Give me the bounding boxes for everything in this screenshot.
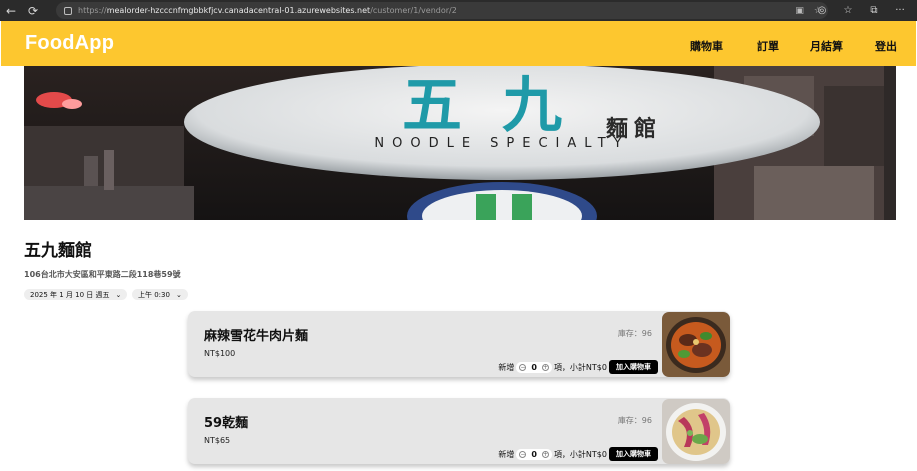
decrement-icon[interactable]: − [519, 450, 527, 458]
menu-item-card: 59乾麵 NT$65 庫存：96 新增 − 0 + 項，小計NT$0 加入購物車 [188, 398, 730, 464]
extension-icon[interactable]: ◎ [809, 0, 835, 21]
menu-item-stock: 庫存：96 [617, 416, 652, 425]
increment-icon[interactable]: + [541, 450, 549, 458]
top-navbar: FoodApp 購物車 訂單 月結算 登出 [1, 21, 916, 66]
menu-item-name: 59乾麵 [204, 416, 249, 431]
decrement-icon[interactable]: − [519, 363, 527, 371]
back-icon[interactable]: ← [0, 0, 22, 21]
quantity-value[interactable]: 0 [531, 363, 537, 372]
lock-icon [64, 6, 72, 15]
add-label: 新增 [498, 362, 515, 372]
increment-icon[interactable]: + [541, 363, 549, 371]
nav-monthly-settlement-link[interactable]: 月結算 [810, 38, 843, 54]
brand-logo[interactable]: FoodApp [25, 32, 114, 55]
menu-item-photo [662, 399, 730, 464]
quantity-stepper: − 0 + [516, 361, 552, 373]
menu-item-price: NT$100 [204, 349, 236, 358]
add-to-cart-row: 新增 − 0 + 項，小計NT$0 加入購物車 [498, 360, 658, 374]
menu-item-photo [662, 312, 730, 377]
vendor-title: 五九麵館 [24, 241, 92, 261]
menu-item-stock: 庫存：96 [617, 329, 652, 338]
url-path: /customer/1/vendor/2 [370, 6, 457, 15]
reader-mode-icon[interactable]: ▣ [795, 6, 804, 16]
browser-toolbar: ← ⟳ https://mealorder-hzcccnfmgbbkfjcv.c… [0, 0, 917, 21]
menu-item-card: 麻辣雪花牛肉片麵 NT$100 庫存：96 新增 − 0 + 項，小計NT$0 … [188, 311, 730, 377]
menu-item-price: NT$65 [204, 436, 231, 445]
time-picker[interactable]: 上午 0:30 ⌄ [132, 289, 188, 300]
add-to-cart-row: 新增 − 0 + 項，小計NT$0 加入購物車 [498, 447, 658, 461]
nav-cart-link[interactable]: 購物車 [690, 38, 723, 54]
chevron-down-icon: ⌄ [175, 290, 182, 299]
collections-icon[interactable]: ⧉ [861, 0, 887, 21]
url-prefix: https:// [78, 6, 107, 15]
add-to-cart-button[interactable]: 加入購物車 [609, 447, 658, 461]
banner-sign-text: NOODLE SPECIALTY [374, 136, 629, 151]
add-label: 新增 [498, 449, 515, 459]
reload-icon[interactable]: ⟳ [22, 0, 44, 21]
url-host: mealorder-hzcccnfmgbbkfjcv.canadacentral… [106, 6, 371, 15]
quantity-stepper: − 0 + [516, 448, 552, 460]
time-value: 上午 0:30 [138, 290, 170, 299]
subtotal-text: 項，小計NT$0 [553, 449, 607, 459]
vendor-address: 106台北市大安區和平東路二段118巷59號 [24, 270, 181, 279]
vendor-banner-image: 五九 麵館 NOODLE SPECIALTY [24, 66, 896, 220]
quantity-value[interactable]: 0 [531, 450, 537, 459]
menu-item-name: 麻辣雪花牛肉片麵 [204, 329, 309, 344]
date-value: 2025 年 1 月 10 日 週五 [30, 290, 110, 299]
nav-orders-link[interactable]: 訂單 [757, 38, 779, 54]
add-to-cart-button[interactable]: 加入購物車 [609, 360, 658, 374]
chevron-down-icon: ⌄ [115, 290, 122, 299]
svg-text:五九: 五九 [402, 71, 602, 141]
subtotal-text: 項，小計NT$0 [553, 362, 607, 372]
more-menu-icon[interactable]: ··· [887, 0, 913, 21]
nav-logout-link[interactable]: 登出 [875, 38, 897, 54]
address-bar[interactable]: https://mealorder-hzcccnfmgbbkfjcv.canad… [56, 2, 828, 19]
date-picker[interactable]: 2025 年 1 月 10 日 週五 ⌄ [24, 289, 128, 300]
favorites-icon[interactable]: ☆ [835, 0, 861, 21]
